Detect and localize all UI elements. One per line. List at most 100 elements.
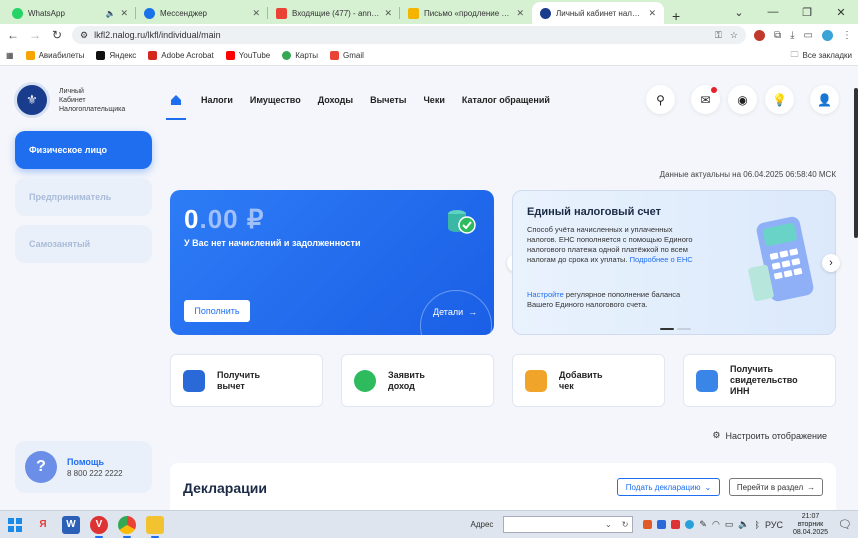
pen-icon[interactable]: ✎ (699, 519, 707, 530)
bookmark-gmail[interactable]: Gmail (330, 51, 364, 60)
ens-more-link[interactable]: Подробнее о ЕНС (630, 255, 693, 264)
puzzle-icon[interactable]: ⧉ (774, 30, 781, 41)
yandex-browser-icon[interactable]: Я (34, 516, 52, 534)
mail-icon[interactable]: ✉ (691, 85, 720, 114)
sidebar-item-self-employed[interactable]: Самозанятый (15, 225, 152, 263)
sidepanel-icon[interactable]: ▭ (804, 30, 813, 41)
nav-catalog[interactable]: Каталог обращений (462, 95, 550, 105)
url-bar[interactable]: ⚙ lkfl2.nalog.ru/lkfl/individual/main ⚿ … (72, 26, 746, 44)
forward-icon[interactable]: → (28, 28, 42, 42)
topup-button[interactable]: Пополнить (184, 300, 250, 322)
balance-card: 0.00 ₽ У Вас нет начислений и задолженно… (170, 190, 494, 335)
close-tab-icon[interactable]: ✕ (516, 8, 524, 19)
download-icon[interactable]: ⤓ (790, 30, 794, 41)
help-card[interactable]: ? Помощь 8 800 222 2222 (15, 441, 152, 493)
apps-icon[interactable]: ▦ (6, 51, 14, 60)
page-content: ⚜ Личный Кабинет Налогоплательщика Физич… (0, 66, 858, 510)
profile-avatar[interactable] (822, 29, 833, 41)
top-nav: Налоги Имущество Доходы Вычеты Чеки Ката… (166, 92, 550, 120)
page-scrollbar[interactable] (854, 88, 858, 238)
carousel-dot[interactable] (677, 328, 691, 330)
close-tab-icon[interactable]: ✕ (120, 8, 128, 19)
close-tab-icon[interactable]: ✕ (252, 8, 260, 19)
new-tab-button[interactable]: + (664, 8, 688, 24)
maximize-button[interactable]: ❐ (790, 6, 824, 19)
battery-icon[interactable]: ▭ (725, 519, 734, 530)
logo-text: Личный Кабинет Налогоплательщика (59, 87, 125, 114)
close-tab-icon[interactable]: ✕ (384, 8, 392, 19)
vivaldi-icon[interactable]: V (90, 515, 108, 538)
tab-whatsapp[interactable]: WhatsApp 🔈 ✕ (4, 2, 136, 24)
notifications-icon[interactable]: 🗨 (838, 518, 852, 531)
tray-shield-icon[interactable] (657, 520, 667, 529)
tray-vivaldi-icon[interactable] (671, 520, 681, 529)
user-icon[interactable]: 👤 (810, 85, 839, 114)
nav-property[interactable]: Имущество (250, 95, 301, 105)
tab-letter[interactable]: Письмо «продление договор ✕ (400, 2, 532, 24)
address-toolbar-input[interactable]: ⌄ ↻ (503, 516, 634, 533)
file-explorer-icon[interactable] (146, 515, 164, 538)
nav-deductions[interactable]: Вычеты (370, 95, 406, 105)
language-indicator[interactable]: РУС (765, 520, 783, 530)
site-logo[interactable]: ⚜ Личный Кабинет Налогоплательщика (14, 82, 125, 118)
clock[interactable]: 21:07 вторник 08.04.2025 (793, 513, 828, 537)
action-get-deduction[interactable]: Получить вычет (170, 354, 323, 407)
nav-taxes[interactable]: Налоги (201, 95, 233, 105)
ens-setup-link[interactable]: Настройте (527, 290, 564, 299)
volume-icon[interactable]: 🔈 (738, 519, 749, 530)
wifi-icon[interactable]: ◠ (712, 519, 720, 530)
bookmark-aviabilety[interactable]: Авиабилеты (25, 51, 85, 60)
action-declare-income[interactable]: Заявить доход (341, 354, 494, 407)
bluetooth-icon[interactable]: ᛒ (755, 520, 760, 530)
tab-nalog[interactable]: Личный кабинет налогоплате ✕ (532, 2, 664, 24)
url-text[interactable]: lkfl2.nalog.ru/lkfl/individual/main (94, 30, 221, 40)
extensions-area: ⧉ ⤓ ▭ ⋮ (753, 29, 852, 41)
close-tab-icon[interactable]: ✕ (648, 8, 656, 19)
action-get-inn[interactable]: Получить свидетельство ИНН (683, 354, 836, 407)
browser-tab-bar: WhatsApp 🔈 ✕ Мессенджер ✕ Входящие (477)… (0, 0, 858, 24)
refresh-icon[interactable]: ↻ (622, 520, 629, 529)
home-icon[interactable] (166, 92, 186, 120)
sidebar-item-individual[interactable]: Физическое лицо (15, 131, 152, 169)
bookmark-acrobat[interactable]: Adobe Acrobat (148, 51, 214, 60)
tray-app-icon[interactable] (643, 520, 653, 529)
search-icon[interactable]: ⚲ (646, 85, 675, 114)
back-icon[interactable]: ← (6, 28, 20, 42)
speaker-icon[interactable]: 🔈 (105, 9, 115, 18)
minimize-button[interactable]: — (756, 6, 790, 18)
goto-section-button[interactable]: Перейти в раздел → (729, 478, 823, 496)
tab-search-icon[interactable]: ⌄ (722, 6, 756, 19)
customize-display-link[interactable]: ⚙ Настроить отображение (712, 430, 827, 441)
nav-income[interactable]: Доходы (318, 95, 353, 105)
menu-icon[interactable]: ⋮ (842, 30, 852, 41)
lightbulb-icon[interactable]: 💡 (765, 85, 794, 114)
visibility-off-icon[interactable]: ◉ (728, 85, 757, 114)
sidebar-item-entrepreneur[interactable]: Предприниматель (15, 178, 152, 216)
carousel-next-icon[interactable]: › (822, 254, 840, 272)
tab-gmail[interactable]: Входящие (477) - anna.spb.3m ✕ (268, 2, 400, 24)
action-add-receipt[interactable]: Добавить чек (512, 354, 665, 407)
bookmark-youtube[interactable]: YouTube (225, 51, 270, 60)
tab-messenger[interactable]: Мессенджер ✕ (136, 2, 268, 24)
declarations-title: Декларации (183, 480, 267, 496)
amount-decimal: .00 ₽ (199, 204, 265, 234)
bookmark-maps[interactable]: Карты (282, 51, 318, 60)
address-toolbar-label: Адрес (470, 520, 494, 529)
windows-start-icon[interactable] (6, 516, 24, 534)
nav-receipts[interactable]: Чеки (423, 95, 444, 105)
all-bookmarks[interactable]: 🗀 Все закладки (791, 49, 852, 63)
close-window-button[interactable]: ✕ (824, 6, 858, 19)
reload-icon[interactable]: ↻ (50, 28, 64, 42)
carousel-dot-active[interactable] (660, 328, 674, 330)
chrome-icon[interactable] (118, 515, 136, 538)
bookmark-label: Авиабилеты (38, 51, 85, 60)
word-icon[interactable]: W (62, 515, 80, 534)
submit-declaration-button[interactable]: Подать декларацию ⌄ (617, 478, 720, 496)
details-link[interactable]: Детали → (433, 307, 477, 317)
key-icon[interactable]: ⚿ (715, 30, 722, 41)
site-info-icon[interactable]: ⚙ (80, 30, 88, 41)
telegram-icon[interactable] (685, 520, 695, 529)
extension-icon[interactable] (753, 29, 765, 41)
bookmark-yandex[interactable]: Яндекс (96, 51, 136, 60)
bookmark-star-icon[interactable]: ☆ (730, 30, 738, 41)
